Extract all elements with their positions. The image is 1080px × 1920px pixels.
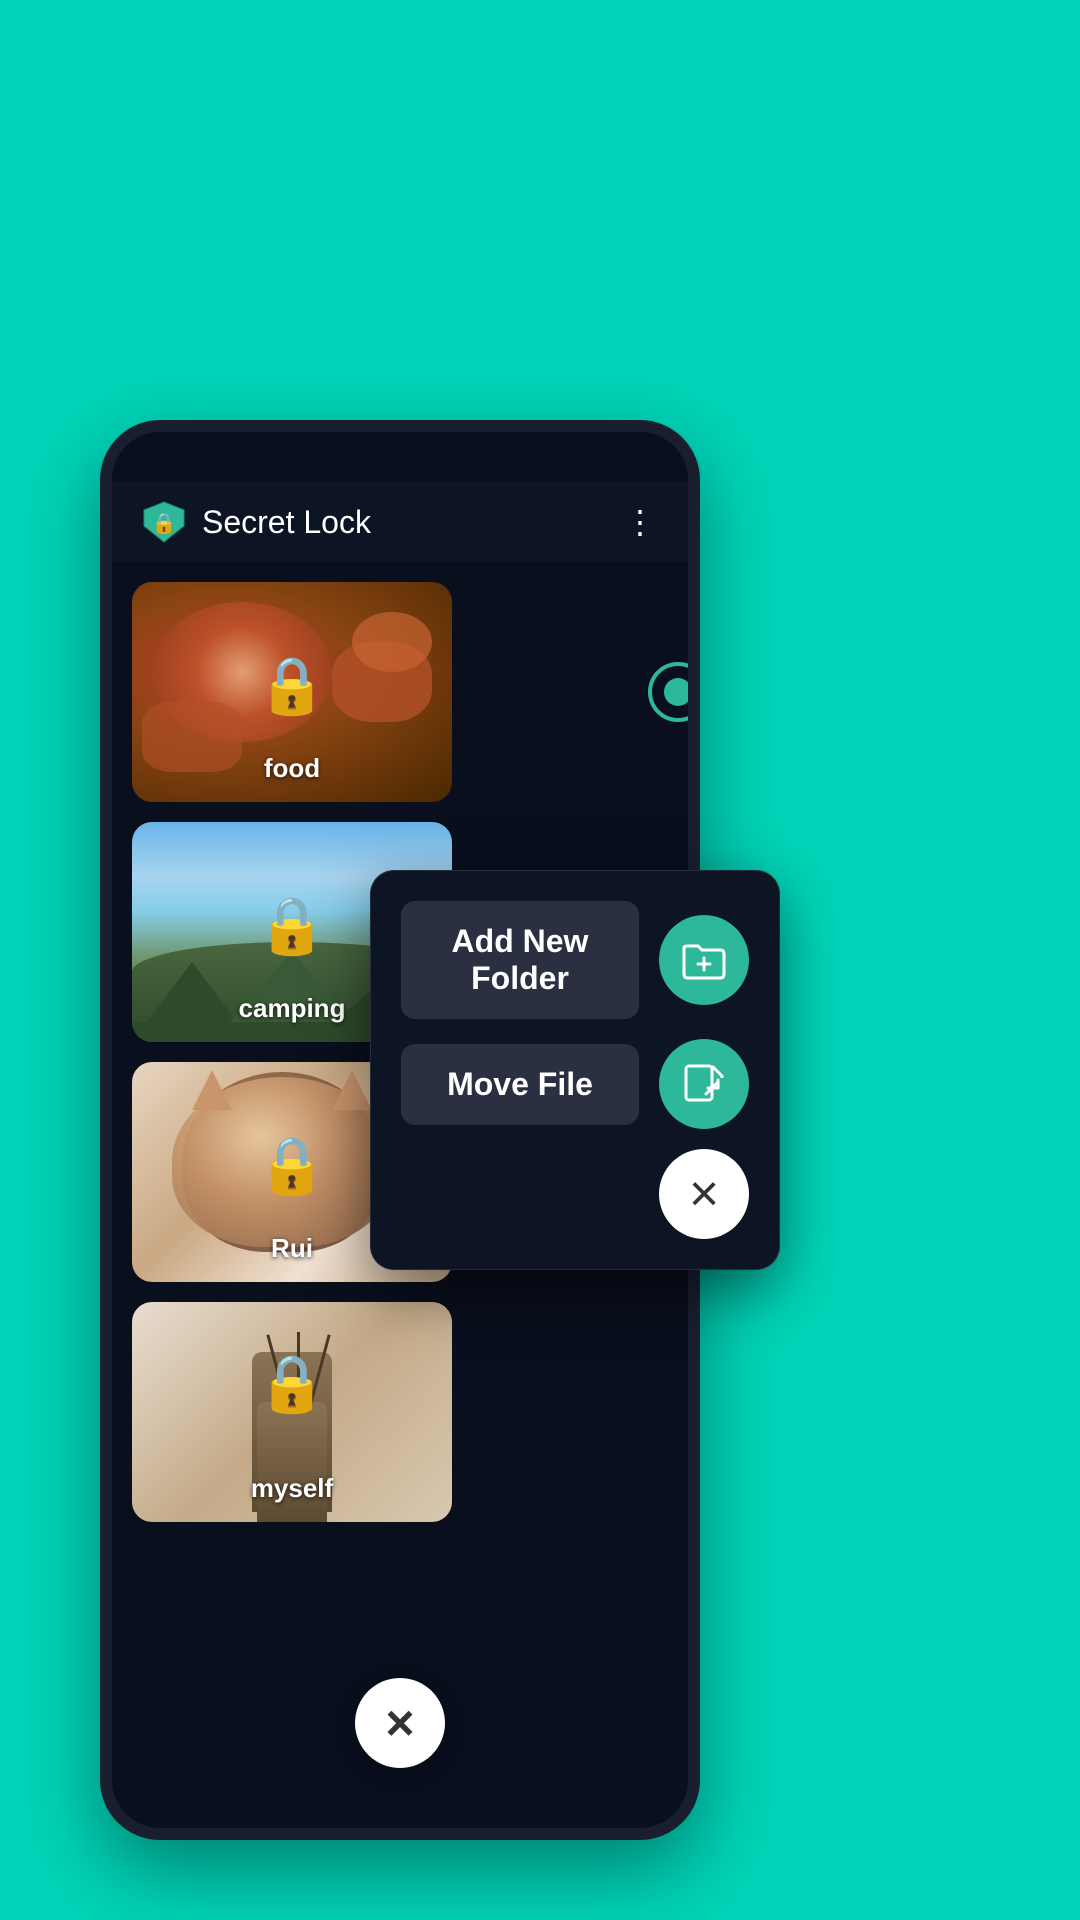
bottom-close-icon: × xyxy=(385,1698,414,1748)
svg-text:🔒: 🔒 xyxy=(152,513,177,535)
folder-thumbnail-myself[interactable]: 🔒 myself xyxy=(132,1302,452,1522)
move-file-row: Move File xyxy=(401,1039,749,1129)
cat-ear-left xyxy=(192,1070,232,1110)
folder-label-camping: camping xyxy=(239,993,346,1024)
close-button-row: × xyxy=(401,1149,749,1239)
popup-menu: Add NewFolder Move File × xyxy=(370,870,780,1270)
add-folder-row: Add NewFolder xyxy=(401,901,749,1019)
lock-icon-camping: 🔒 xyxy=(257,892,327,958)
list-item[interactable]: 🔒 food xyxy=(132,582,668,802)
close-icon: × xyxy=(689,1168,719,1220)
app-bar-left: 🔒 Secret Lock xyxy=(142,500,371,544)
lock-icon-rui: 🔒 xyxy=(257,1132,327,1198)
add-folder-text: Add NewFolder xyxy=(452,923,589,996)
status-bar xyxy=(112,432,688,482)
lock-icon-food: 🔒 xyxy=(257,652,327,718)
cat-ear-right xyxy=(332,1070,372,1110)
folder-label-food: food xyxy=(264,753,320,784)
folder-thumbnail-food[interactable]: 🔒 food xyxy=(132,582,452,802)
drag-handle-food[interactable] xyxy=(648,662,700,722)
add-folder-button[interactable] xyxy=(659,915,749,1005)
move-file-icon xyxy=(678,1058,730,1110)
diffuser-bottle xyxy=(257,1402,327,1522)
add-folder-label: Add NewFolder xyxy=(401,901,639,1019)
bottom-close-button[interactable]: × xyxy=(355,1678,445,1768)
folder-label-rui: Rui xyxy=(271,1233,313,1264)
menu-dots-icon[interactable]: ⋮ xyxy=(624,503,658,541)
popup-close-button[interactable]: × xyxy=(659,1149,749,1239)
app-title-text: Secret Lock xyxy=(202,504,371,541)
drag-handle-inner xyxy=(664,678,692,706)
move-file-button[interactable] xyxy=(659,1039,749,1129)
add-folder-icon xyxy=(678,934,730,986)
list-item[interactable]: 🔒 myself xyxy=(132,1302,668,1522)
lock-icon-myself: 🔒 xyxy=(257,1350,327,1416)
move-file-label: Move File xyxy=(401,1044,639,1125)
app-bar: 🔒 Secret Lock ⋮ xyxy=(112,482,688,562)
folder-label-myself: myself xyxy=(251,1473,333,1504)
app-logo-icon: 🔒 xyxy=(142,500,186,544)
